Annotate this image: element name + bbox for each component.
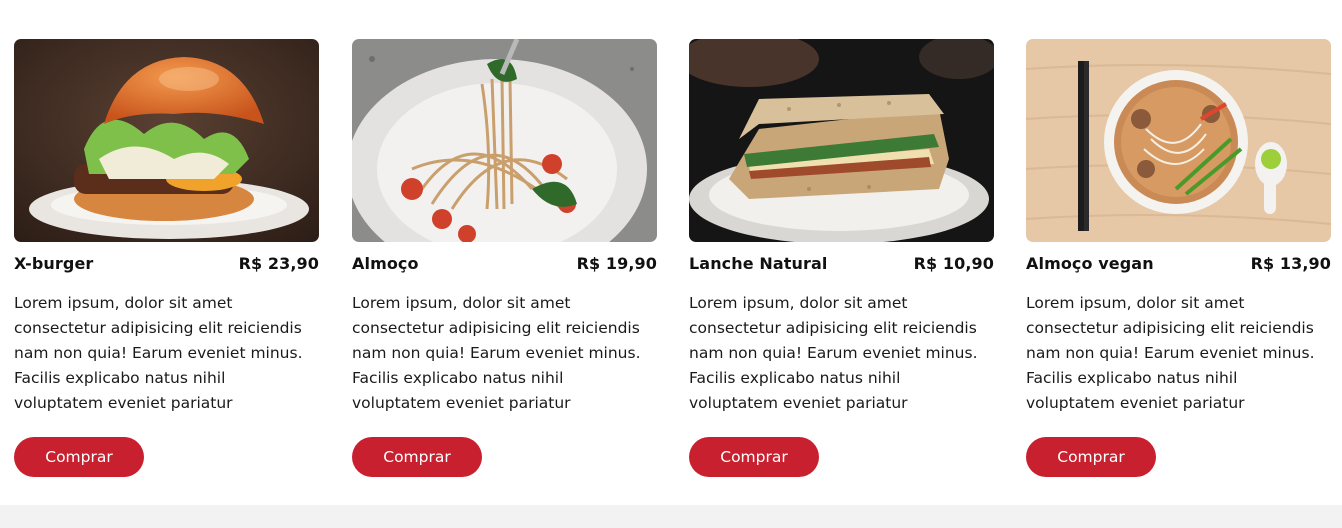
product-card: Almoço vegan R$ 13,90 Lorem ipsum, dolor… bbox=[1026, 39, 1331, 477]
product-name: Lanche Natural bbox=[689, 253, 828, 273]
noodle-soup-photo bbox=[1026, 39, 1331, 242]
product-card: Lanche Natural R$ 10,90 Lorem ipsum, dol… bbox=[689, 39, 994, 477]
product-name: Almoço bbox=[352, 253, 419, 273]
buy-button[interactable]: Comprar bbox=[352, 437, 482, 477]
burger-photo bbox=[14, 39, 319, 242]
product-price: R$ 19,90 bbox=[576, 253, 657, 273]
buy-button[interactable]: Comprar bbox=[14, 437, 144, 477]
product-title-row: X-burger R$ 23,90 bbox=[14, 252, 319, 274]
product-price: R$ 13,90 bbox=[1250, 253, 1331, 273]
product-price: R$ 10,90 bbox=[913, 253, 994, 273]
product-name: X-burger bbox=[14, 253, 94, 273]
sandwich-photo bbox=[689, 39, 994, 242]
products-section: X-burger R$ 23,90 Lorem ipsum, dolor sit… bbox=[0, 0, 1342, 505]
product-description: Lorem ipsum, dolor sit amet consectetur … bbox=[1026, 294, 1315, 412]
product-card: Almoço R$ 19,90 Lorem ipsum, dolor sit a… bbox=[352, 39, 657, 477]
product-card: X-burger R$ 23,90 Lorem ipsum, dolor sit… bbox=[14, 39, 319, 477]
product-description: Lorem ipsum, dolor sit amet consectetur … bbox=[352, 294, 641, 412]
product-title-row: Lanche Natural R$ 10,90 bbox=[689, 252, 994, 274]
product-name: Almoço vegan bbox=[1026, 253, 1154, 273]
product-description: Lorem ipsum, dolor sit amet consectetur … bbox=[689, 294, 978, 412]
footer-strip bbox=[0, 505, 1342, 528]
product-description: Lorem ipsum, dolor sit amet consectetur … bbox=[14, 294, 303, 412]
product-title-row: Almoço vegan R$ 13,90 bbox=[1026, 252, 1331, 274]
buy-button[interactable]: Comprar bbox=[689, 437, 819, 477]
pasta-photo bbox=[352, 39, 657, 242]
product-title-row: Almoço R$ 19,90 bbox=[352, 252, 657, 274]
product-price: R$ 23,90 bbox=[238, 253, 319, 273]
buy-button[interactable]: Comprar bbox=[1026, 437, 1156, 477]
